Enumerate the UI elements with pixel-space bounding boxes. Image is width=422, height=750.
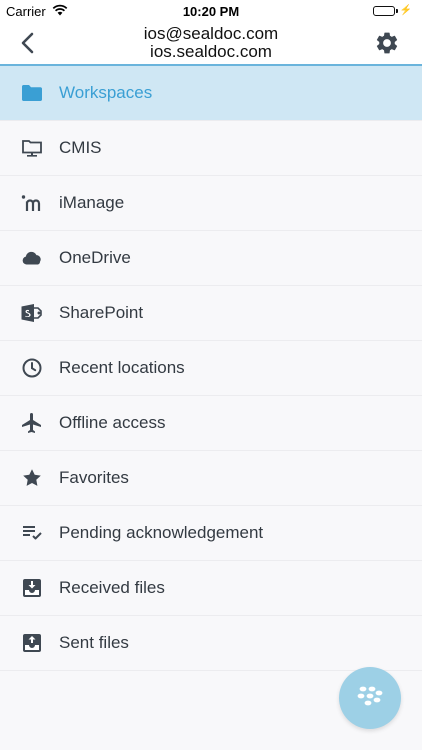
menu-item-label: Pending acknowledgement [59,523,264,542]
blackberry-button[interactable] [339,667,401,729]
menu-item-offline-access[interactable]: Offline access [0,396,422,451]
status-time: 10:20 PM [182,4,240,19]
menu-item-onedrive[interactable]: OneDrive [0,231,422,286]
menu-item-label: Sent files [59,633,129,652]
menu-item-label: iManage [59,193,125,212]
menu-item-imanage[interactable]: iManage [0,176,422,231]
account-server: ios.sealdoc.com [150,42,272,61]
inbox-download-icon [20,576,44,600]
menu-list: Workspaces CMIS iManage OneDrive SharePo… [0,66,422,671]
inbox-upload-icon [20,631,44,655]
menu-item-workspaces[interactable]: Workspaces [0,66,422,121]
menu-item-label: OneDrive [59,248,131,267]
monitor-folder-icon [20,136,44,160]
cloud-icon [20,246,44,270]
menu-item-favorites[interactable]: Favorites [0,451,422,506]
blackberry-icon [357,686,383,706]
checklist-icon [20,521,44,545]
navigation-bar: ios@sealdoc.com ios.sealdoc.com [0,22,422,66]
menu-item-label: SharePoint [59,303,144,322]
menu-item-sent-files[interactable]: Sent files [0,616,422,671]
account-email: ios@sealdoc.com [143,24,279,43]
status-bar: Carrier 10:20 PM ⚡ [0,0,422,22]
menu-item-pending-acknowledgement[interactable]: Pending acknowledgement [0,506,422,561]
folder-icon [20,81,44,105]
sharepoint-icon [20,301,44,325]
imanage-icon [20,191,44,215]
menu-item-label: CMIS [59,138,102,157]
menu-item-sharepoint[interactable]: SharePoint [0,286,422,341]
menu-item-cmis[interactable]: CMIS [0,121,422,176]
menu-item-label: Favorites [59,468,129,487]
menu-item-label: Workspaces [59,83,153,102]
menu-item-received-files[interactable]: Received files [0,561,422,616]
gear-icon[interactable] [374,30,400,56]
chevron-left-icon[interactable] [16,30,42,56]
menu-item-label: Offline access [59,413,166,432]
menu-item-recent-locations[interactable]: Recent locations [0,341,422,396]
battery-icon: ⚡ [372,5,412,16]
star-icon [20,466,44,490]
menu-item-label: Recent locations [59,358,185,377]
account-title: ios@sealdoc.com ios.sealdoc.com [80,25,342,61]
airplane-icon [20,411,44,435]
clock-icon [20,356,44,380]
menu-item-label: Received files [59,578,165,597]
